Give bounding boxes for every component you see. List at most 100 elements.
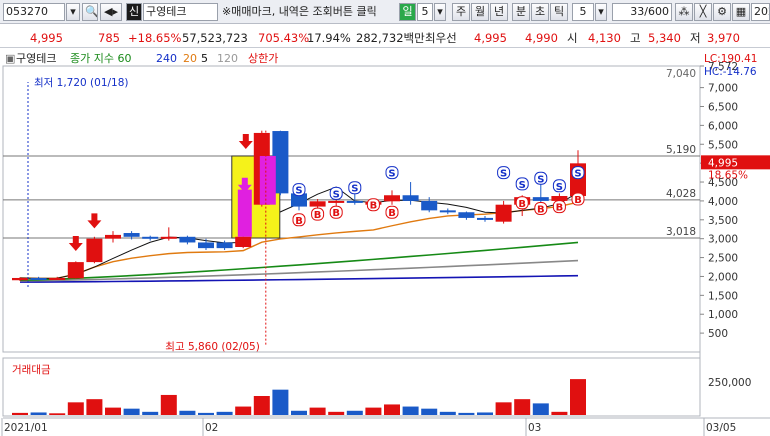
- volume-bar: [86, 399, 103, 415]
- buy-signal: B: [552, 200, 566, 214]
- svg-text:B: B: [556, 203, 564, 214]
- svg-text:B: B: [537, 204, 545, 215]
- volume-bar: [272, 389, 289, 415]
- buy-arrow-icon: [238, 134, 253, 150]
- candle-body: [458, 212, 475, 218]
- max-level-label: 7,040: [666, 68, 696, 80]
- svg-text:S: S: [537, 174, 544, 185]
- volume-bar: [216, 411, 233, 415]
- volume-bar: [12, 412, 28, 415]
- candle-body: [142, 236, 159, 239]
- candle-body: [309, 201, 326, 207]
- lc-label: LC:190.41: [704, 53, 757, 65]
- y-tick-label: 7,000: [708, 83, 738, 95]
- candle-body: [30, 277, 47, 280]
- svg-text:B: B: [388, 208, 396, 219]
- volume-label: 거래대금: [12, 364, 51, 376]
- volume-panel-frame: [2, 357, 701, 417]
- volume-bar: [142, 411, 159, 415]
- buy-signal: B: [515, 196, 529, 210]
- candle-body: [328, 200, 345, 203]
- svg-text:B: B: [314, 210, 322, 221]
- buy-signal: B: [534, 201, 548, 215]
- ma-120-line: [19, 259, 579, 282]
- y-tick-label: 1,500: [708, 290, 738, 302]
- candle-body: [49, 277, 66, 280]
- svg-text:S: S: [333, 189, 340, 200]
- volume-bar: [458, 412, 475, 415]
- volume-bar: [402, 406, 419, 415]
- svg-text:B: B: [574, 195, 582, 206]
- buy-signal: B: [366, 198, 380, 212]
- candle-body: [179, 236, 196, 243]
- y-tick-label: 6,500: [708, 101, 738, 113]
- ma-60-line: [19, 241, 579, 282]
- volume-bar: [179, 410, 196, 415]
- y-tick-label: 2,500: [708, 253, 738, 265]
- sell-signal: S: [497, 166, 511, 180]
- svg-text:B: B: [518, 199, 526, 210]
- candle-body: [86, 238, 103, 263]
- sell-signal: S: [515, 177, 529, 191]
- svg-text:B: B: [332, 208, 340, 219]
- y-tick-label: 2,000: [708, 271, 738, 283]
- volume-bar: [198, 412, 214, 415]
- y-tick-label: 5,500: [708, 139, 738, 151]
- level-line-label: 3,018: [666, 226, 696, 238]
- svg-text:S: S: [519, 180, 526, 191]
- candle-body: [105, 234, 121, 239]
- svg-text:S: S: [351, 184, 358, 195]
- volume-bar: [495, 402, 512, 415]
- buy-arrow-icon: [87, 213, 102, 229]
- sell-signal: S: [385, 166, 399, 180]
- candle-body: [421, 200, 438, 211]
- min-label: 최저 1,720 (01/18): [34, 77, 129, 89]
- volume-bar: [514, 399, 531, 415]
- volume-bar: [105, 407, 121, 415]
- candle-body: [384, 195, 400, 202]
- buy-signal: B: [329, 205, 343, 219]
- volume-bar: [421, 408, 438, 415]
- sell-signal: S: [348, 181, 362, 195]
- sell-signal: S: [534, 171, 548, 185]
- max-label: 최고 5,860 (02/05): [165, 341, 260, 353]
- x-tick-label: 03: [528, 422, 541, 434]
- y-tick-label: 1,000: [708, 309, 738, 321]
- volume-bar: [532, 403, 549, 415]
- volume-bar: [384, 404, 400, 415]
- hc-label: HC:-14.76: [704, 66, 757, 78]
- svg-text:S: S: [295, 186, 302, 197]
- volume-tick-label: 250,000: [708, 377, 751, 389]
- candle-body: [160, 236, 177, 239]
- price-tag-pct: 18.65%: [708, 169, 748, 181]
- y-tick-label: 3,000: [708, 234, 738, 246]
- volume-bar: [309, 407, 326, 415]
- volume-bar: [551, 411, 568, 415]
- buy-signal: B: [571, 192, 585, 206]
- svg-text:B: B: [295, 216, 303, 227]
- volume-bar: [570, 379, 586, 415]
- volume-bar: [365, 407, 382, 415]
- volume-bar: [328, 411, 345, 415]
- volume-bar: [291, 410, 307, 415]
- limit-candle: [237, 189, 252, 237]
- candle-body: [67, 262, 84, 279]
- volume-bar: [439, 411, 456, 415]
- sell-signal: S: [571, 166, 585, 180]
- svg-text:S: S: [556, 182, 563, 193]
- svg-text:S: S: [500, 169, 507, 180]
- x-tick-label: 03/05: [706, 422, 736, 434]
- buy-signal: B: [385, 205, 399, 219]
- candle-body: [216, 242, 233, 249]
- volume-bar: [49, 413, 66, 415]
- candle-body: [477, 217, 493, 220]
- volume-bar: [346, 410, 363, 415]
- volume-bar: [235, 406, 252, 415]
- candle-body: [198, 242, 214, 249]
- level-line-label: 5,190: [666, 144, 696, 156]
- candle-body: [346, 200, 363, 203]
- candle-body: [12, 277, 28, 281]
- y-tick-label: 500: [708, 328, 728, 340]
- candlestick-chart[interactable]: 7,5727,0006,5006,0005,5005,0004,5004,000…: [0, 0, 770, 436]
- buy-signal: B: [311, 207, 325, 221]
